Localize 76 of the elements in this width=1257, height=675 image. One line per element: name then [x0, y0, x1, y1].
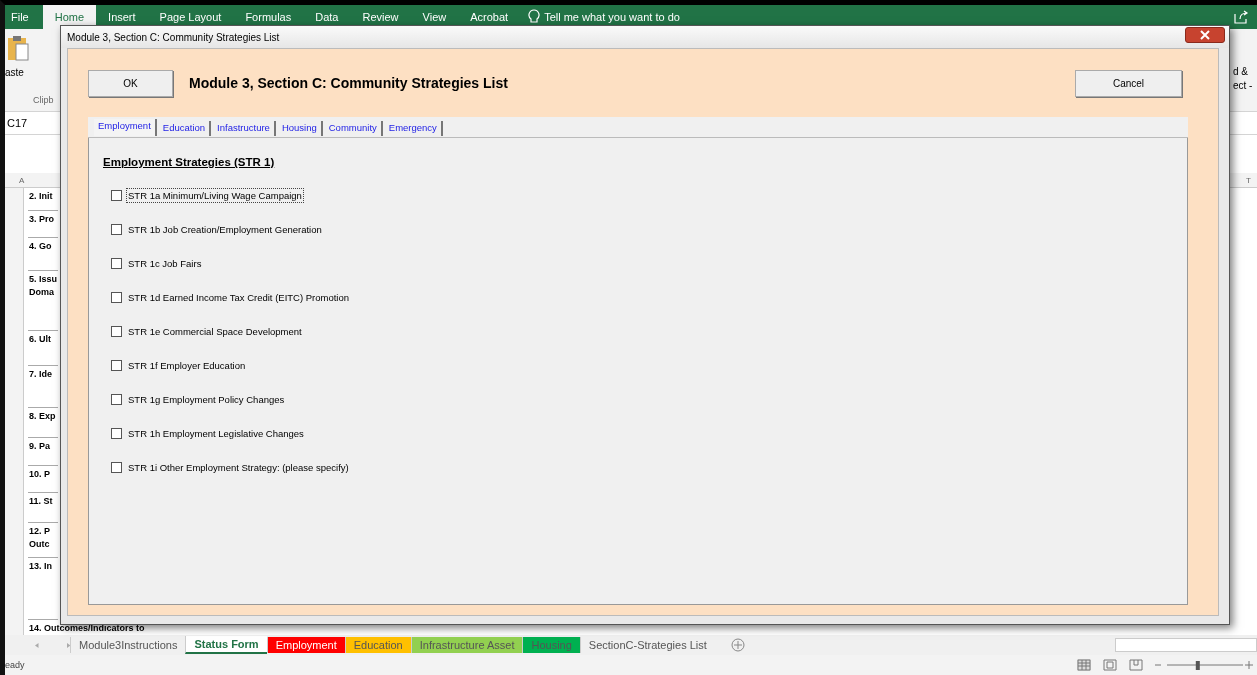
lightbulb-icon — [528, 9, 541, 25]
checkbox-label[interactable]: STR 1e Commercial Space Development — [126, 324, 304, 339]
cell-text: 2. Init — [29, 190, 54, 203]
cell-text: Outc — [29, 538, 51, 551]
tab[interactable]: Housing — [277, 121, 323, 136]
ribbon-tab[interactable]: Insert — [96, 5, 148, 29]
checkbox[interactable] — [111, 428, 122, 439]
tab[interactable]: Employment — [94, 119, 157, 136]
window-title: Module 3, Section C: Community Strategies List — [67, 31, 281, 43]
close-button[interactable] — [1185, 27, 1225, 43]
ribbon-tab[interactable]: Formulas — [233, 5, 304, 29]
paste-label[interactable]: aste — [5, 67, 24, 78]
cell-text: 7. Ide — [29, 368, 53, 381]
checkbox-label[interactable]: STR 1f Employer Education — [126, 358, 248, 373]
cell-text: 12. P — [29, 525, 51, 538]
sheet-tab[interactable]: Education — [344, 637, 411, 653]
checkbox-label[interactable]: STR 1g Employment Policy Changes — [126, 392, 287, 407]
sheet-tab[interactable]: Infrastructure Asset — [410, 637, 523, 653]
cancel-button[interactable]: Cancel — [1075, 69, 1182, 97]
sheet-tab[interactable]: Employment — [266, 637, 345, 653]
checkbox[interactable] — [111, 258, 122, 269]
ribbon-tab[interactable]: File — [5, 5, 43, 29]
checkbox-label[interactable]: STR 1i Other Employment Strategy: (please specify) — [126, 460, 351, 475]
checkbox[interactable] — [111, 360, 122, 371]
tab[interactable]: Education — [158, 121, 212, 136]
checkbox-label[interactable]: STR 1d Earned Income Tax Credit (EITC) Promotion — [126, 290, 352, 305]
ribbon-label[interactable]: ect - — [1233, 79, 1257, 93]
cell-text: 11. St — [29, 495, 54, 508]
column-header[interactable]: T — [1246, 175, 1251, 185]
cell-text: 4. Go — [29, 240, 53, 253]
slider-thumb[interactable] — [1195, 661, 1200, 670]
checkbox[interactable] — [111, 292, 122, 303]
checkbox-label[interactable]: STR 1c Job Fairs — [126, 256, 204, 271]
cell-text: 10. P — [29, 468, 51, 481]
tab[interactable]: Emergency — [384, 121, 443, 136]
tab[interactable]: Infastructure — [213, 121, 276, 136]
ribbon-label[interactable]: d & — [1233, 65, 1257, 79]
horizontal-scrollbar[interactable] — [1115, 638, 1257, 652]
ok-button[interactable]: OK — [88, 69, 173, 97]
checkbox[interactable] — [111, 394, 122, 405]
ribbon-tab[interactable]: Data — [303, 5, 351, 29]
ribbon-tab[interactable]: Page Layout — [147, 5, 234, 29]
ribbon-tab[interactable]: Review — [350, 5, 411, 29]
cell-text: 13. In — [29, 560, 53, 573]
cell-text: Doma — [29, 286, 55, 299]
cell-text: 8. Exp — [29, 410, 57, 423]
close-icon — [1200, 30, 1210, 40]
ribbon-tab[interactable]: Acrobat — [458, 5, 521, 29]
zoom-slider[interactable] — [1155, 659, 1255, 671]
page-break-icon[interactable] — [1129, 659, 1143, 671]
sheet-tab[interactable]: Status Form — [185, 636, 267, 654]
section-heading: Employment Strategies (STR 1) — [103, 156, 275, 168]
tab[interactable]: Community — [324, 121, 383, 136]
column-header[interactable]: A — [19, 175, 25, 185]
checkbox-label[interactable]: STR 1h Employment Legislative Changes — [126, 426, 306, 441]
clipboard-icon[interactable] — [7, 35, 29, 61]
checkbox-label[interactable]: STR 1b Job Creation/Employment Generation — [126, 222, 324, 237]
checkbox[interactable] — [111, 462, 122, 473]
cell-text: 6. Ult — [29, 333, 52, 346]
checkbox[interactable] — [111, 224, 122, 235]
cell-text: 9. Pa — [29, 440, 51, 453]
sheet-tab[interactable]: SectionC-Strategies List — [579, 637, 715, 653]
tell-me-field[interactable]: Tell me what you want to do — [544, 11, 680, 23]
cell-text: 3. Pro — [29, 213, 55, 226]
checkbox-label[interactable]: STR 1a Minimum/Living Wage Campaign — [126, 188, 304, 203]
status-text: eady — [5, 660, 25, 670]
checkbox[interactable] — [111, 326, 122, 337]
share-icon[interactable] — [1233, 10, 1249, 24]
ribbon-tab[interactable]: View — [410, 5, 459, 29]
ribbon-group-label: Clipb — [33, 95, 54, 105]
dialog-heading: Module 3, Section C: Community Strategies List — [189, 75, 508, 91]
cell-text: 5. Issu — [29, 273, 58, 286]
checkbox[interactable] — [111, 190, 122, 201]
cell-text: 14. Outcomes/Indicators to — [29, 622, 146, 635]
page-view-icon[interactable] — [1103, 659, 1117, 671]
name-box[interactable]: C17 — [5, 117, 28, 129]
